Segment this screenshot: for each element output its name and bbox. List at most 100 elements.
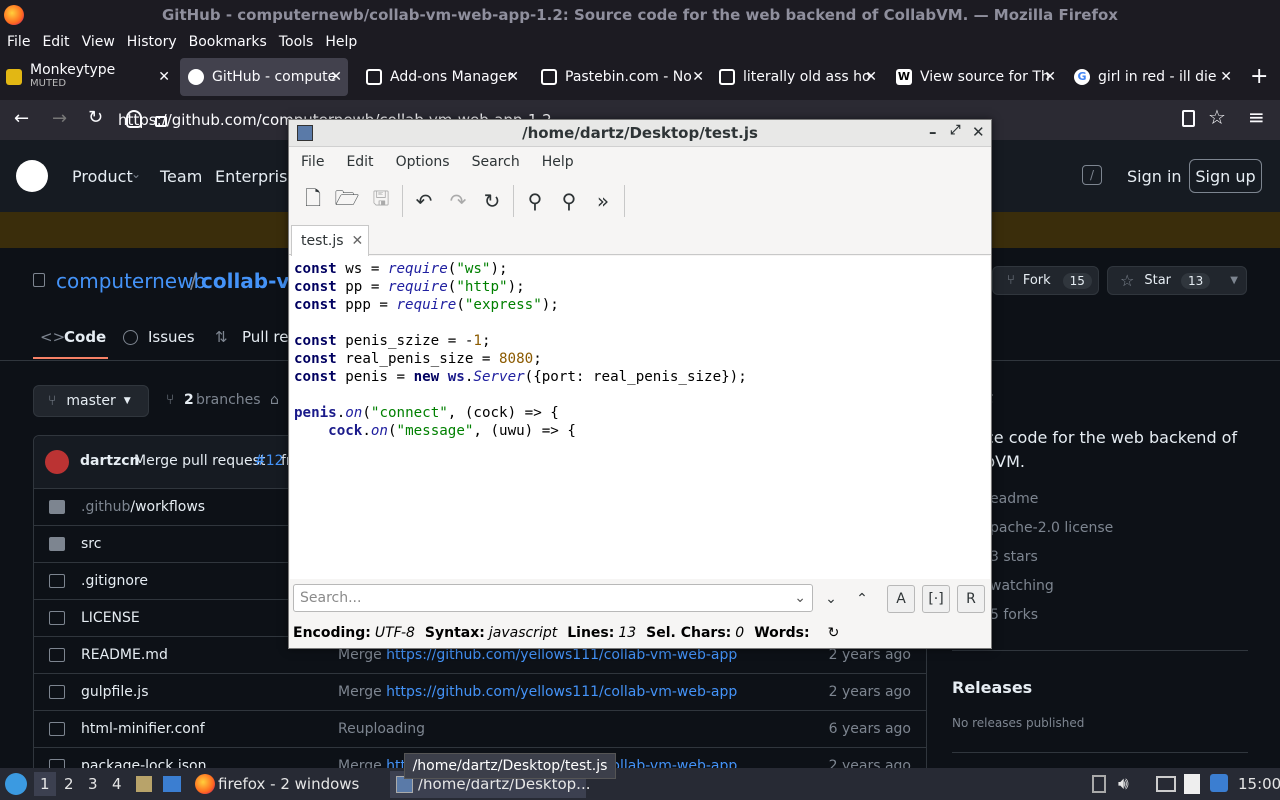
tab-issues[interactable]: Issues xyxy=(148,328,195,346)
reload-icon[interactable]: ↻ xyxy=(88,107,103,128)
file-name[interactable]: LICENSE xyxy=(81,610,140,626)
workspace-3[interactable]: 3 xyxy=(88,775,98,793)
license-link[interactable]: pache-2.0 license xyxy=(990,520,1113,536)
file-name[interactable]: README.md xyxy=(81,647,168,663)
menu-help[interactable]: Help xyxy=(325,34,357,50)
back-icon[interactable]: ← xyxy=(14,108,29,129)
commit-pr-link[interactable]: #12 xyxy=(254,453,284,469)
fork-button[interactable]: ⑂ Fork 15 xyxy=(992,266,1099,295)
nav-team[interactable]: Team xyxy=(160,167,202,186)
commit-message[interactable]: Merge https://github.com/yellows111/coll… xyxy=(338,684,737,700)
save-icon[interactable]: 🖫 xyxy=(364,184,398,218)
tab-pastebin[interactable]: Pastebin.com - No ✕ xyxy=(535,58,710,96)
find-replace-icon[interactable]: ⚲ xyxy=(552,184,586,218)
editor-tab[interactable]: test.js ✕ xyxy=(291,225,369,256)
table-row[interactable]: html-minifier.conf Reuploading 6 years a… xyxy=(33,710,927,747)
maximize-icon[interactable]: ⤢ xyxy=(950,123,960,138)
reader-view-icon[interactable] xyxy=(1182,110,1195,127)
tab-code[interactable]: Code xyxy=(64,328,106,346)
code-editor-area[interactable]: const ws = require("ws"); const pp = req… xyxy=(290,256,990,579)
find-icon[interactable]: ⚲ xyxy=(518,184,552,218)
sign-in-link[interactable]: Sign in xyxy=(1127,167,1182,186)
whole-word-icon[interactable]: [·] xyxy=(922,585,950,613)
table-row[interactable]: gulpfile.js Merge https://github.com/yel… xyxy=(33,673,927,710)
editor-search-input[interactable]: Search... ⌄ xyxy=(293,584,813,612)
branch-selector[interactable]: ⑂ master ▼ xyxy=(33,385,149,417)
tab-close-icon[interactable]: ✕ xyxy=(692,69,704,85)
tab-close-icon[interactable]: ✕ xyxy=(507,69,519,85)
tab-github[interactable]: GitHub - compute ✕ xyxy=(180,58,348,96)
chevron-down-icon[interactable]: ⌄ xyxy=(794,590,806,606)
github-logo-icon[interactable] xyxy=(16,160,48,192)
editor-menu-edit[interactable]: Edit xyxy=(346,154,373,170)
menu-history[interactable]: History xyxy=(127,34,177,50)
new-tab-button[interactable]: + xyxy=(1250,64,1268,89)
branches-count[interactable]: 2 xyxy=(184,392,194,408)
tab-close-icon[interactable]: ✕ xyxy=(1220,69,1232,85)
find-next-icon[interactable]: ⌄ xyxy=(817,585,845,613)
star-button[interactable]: ☆ Star 13 ▼ xyxy=(1107,266,1247,295)
chevron-down-icon[interactable]: ▼ xyxy=(1230,275,1238,286)
file-name[interactable]: html-minifier.conf xyxy=(81,721,205,737)
readme-link[interactable]: eadme xyxy=(990,491,1038,507)
minimize-icon[interactable]: – xyxy=(929,123,937,141)
editor-menu-options[interactable]: Options xyxy=(396,154,450,170)
regex-icon[interactable]: R xyxy=(957,585,985,613)
close-icon[interactable]: ✕ xyxy=(972,123,985,141)
stars-link[interactable]: 3 stars xyxy=(990,549,1038,565)
commit-message[interactable]: Reuploading xyxy=(338,721,425,737)
menu-edit[interactable]: Edit xyxy=(42,34,69,50)
editor-menu-search[interactable]: Search xyxy=(472,154,520,170)
clock[interactable]: 15:00 xyxy=(1238,775,1280,793)
keyboard-icon[interactable] xyxy=(1156,776,1176,792)
file-name[interactable]: .github/workflows xyxy=(81,499,205,515)
repo-owner-link[interactable]: computernewb xyxy=(56,269,206,293)
commit-message[interactable]: Merge pull request xyxy=(134,453,265,469)
menu-bookmarks[interactable]: Bookmarks xyxy=(189,34,267,50)
editor-menu-file[interactable]: File xyxy=(301,154,324,170)
tab-google[interactable]: G girl in red - ill die ✕ xyxy=(1068,58,1238,96)
go-to-icon[interactable]: » xyxy=(586,184,620,218)
workspace-1[interactable]: 1 xyxy=(40,775,50,793)
tab-close-icon[interactable]: ✕ xyxy=(158,69,170,85)
editor-titlebar[interactable]: /home/dartz/Desktop/test.js – ⤢ ✕ xyxy=(289,120,991,147)
sign-up-button[interactable]: Sign up xyxy=(1189,159,1262,193)
hamburger-menu-icon[interactable]: ≡ xyxy=(1248,105,1265,129)
match-case-icon[interactable]: A xyxy=(887,585,915,613)
open-folder-icon[interactable]: 🗁 xyxy=(330,184,364,218)
menu-tools[interactable]: Tools xyxy=(279,34,314,50)
releases-title[interactable]: Releases xyxy=(952,678,1032,697)
terminal-icon[interactable] xyxy=(163,776,181,792)
bookmark-star-icon[interactable]: ☆ xyxy=(1208,105,1226,129)
branches-label[interactable]: branches xyxy=(196,392,261,408)
file-manager-icon[interactable] xyxy=(136,776,152,792)
find-previous-icon[interactable]: ⌃ xyxy=(848,585,876,613)
workspace-2[interactable]: 2 xyxy=(64,775,74,793)
volume-icon[interactable]: 🔊︎ xyxy=(1118,774,1129,794)
file-name[interactable]: .gitignore xyxy=(81,573,148,589)
new-file-icon[interactable]: 🗋 xyxy=(296,184,330,218)
file-name[interactable]: src xyxy=(81,536,101,552)
battery-icon[interactable] xyxy=(1092,775,1106,793)
menu-view[interactable]: View xyxy=(82,34,115,50)
taskbar-firefox[interactable]: firefox - 2 windows xyxy=(218,775,359,793)
workspace-4[interactable]: 4 xyxy=(112,775,122,793)
redo-icon[interactable]: ↷ xyxy=(441,184,475,218)
tab-close-icon[interactable]: ✕ xyxy=(330,69,342,85)
commit-author[interactable]: dartzcn xyxy=(80,453,139,469)
file-name[interactable]: gulpfile.js xyxy=(81,684,149,700)
nav-enterprise[interactable]: Enterprise xyxy=(215,167,297,186)
tab-wiki[interactable]: W View source for Th ✕ xyxy=(890,58,1062,96)
avatar[interactable] xyxy=(45,450,69,474)
tab-addons[interactable]: Add-ons Manager ✕ xyxy=(360,58,525,96)
tab-close-icon[interactable]: ✕ xyxy=(1044,69,1056,85)
forks-link[interactable]: 5 forks xyxy=(990,607,1038,623)
close-icon[interactable]: ✕ xyxy=(352,233,364,249)
forward-icon[interactable]: → xyxy=(52,108,67,129)
update-icon[interactable] xyxy=(1210,774,1228,792)
watching-link[interactable]: watching xyxy=(990,578,1054,594)
menu-file[interactable]: File xyxy=(7,34,30,50)
clipboard-icon[interactable] xyxy=(1184,774,1200,794)
undo-icon[interactable]: ↶ xyxy=(407,184,441,218)
commit-message[interactable]: Merge https://github.com/yellows111/coll… xyxy=(338,647,737,663)
